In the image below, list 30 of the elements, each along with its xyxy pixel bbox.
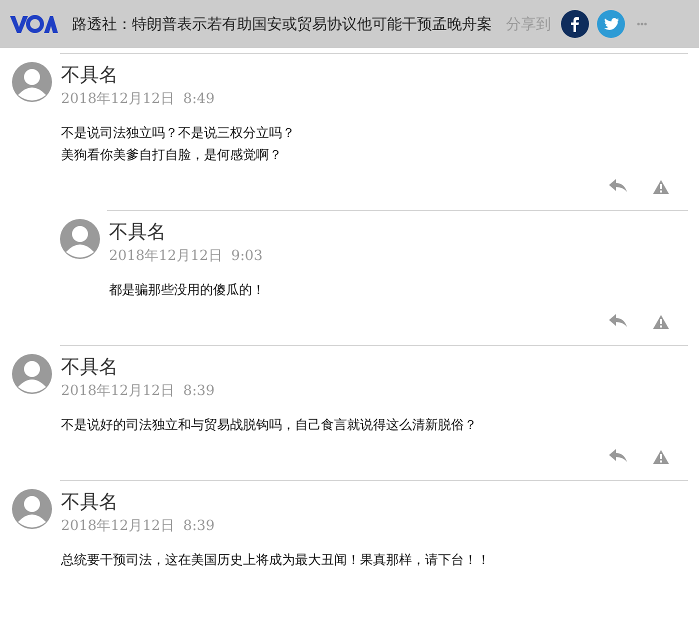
warning-icon[interactable]	[653, 314, 669, 328]
comment-time: 2018年12月12日 8:49	[61, 90, 215, 109]
article-title: 路透社：特朗普表示若有助国安或贸易协议他可能干预孟晚舟案	[72, 14, 492, 35]
reply-icon[interactable]	[609, 314, 627, 329]
comment-text: 不是说好的司法独立和与贸易战脱钩吗，自己食言就说得这么清新脱俗？	[61, 417, 478, 435]
comment-time: 2018年12月12日 9:03	[109, 247, 263, 266]
comment-time: 2018年12月12日 8:39	[61, 517, 215, 536]
author-name: 不具名	[61, 355, 119, 380]
reply-icon[interactable]	[609, 449, 627, 464]
facebook-button[interactable]	[561, 10, 589, 38]
comment-time: 2018年12月12日 8:39	[61, 382, 215, 401]
comment-text: 美狗看你美爹自打自脸，是何感觉啊？	[61, 147, 283, 165]
avatar-icon	[12, 489, 52, 529]
warning-icon[interactable]	[653, 450, 669, 464]
comment-text: 不是说司法独立吗？不是说三权分立吗？	[61, 125, 296, 143]
avatar-icon	[12, 62, 52, 102]
comment-text: 都是骗那些没用的傻瓜的！	[109, 282, 266, 300]
bird-icon	[604, 18, 618, 30]
warning-icon[interactable]	[653, 180, 669, 194]
author-name: 不具名	[109, 220, 167, 245]
author-name: 不具名	[61, 490, 119, 515]
more-icon[interactable]	[637, 22, 647, 26]
avatar-icon	[12, 354, 52, 394]
reply-icon[interactable]	[609, 179, 627, 194]
logo-icon[interactable]	[10, 14, 58, 34]
comment-text: 总统要干预司法，这在美国历史上将成为最大丑闻！果真那样，请下台！！	[61, 552, 491, 570]
facebook-icon	[571, 16, 579, 32]
twitter-button[interactable]	[597, 10, 625, 38]
author-name: 不具名	[61, 63, 119, 88]
avatar-icon	[60, 219, 100, 259]
